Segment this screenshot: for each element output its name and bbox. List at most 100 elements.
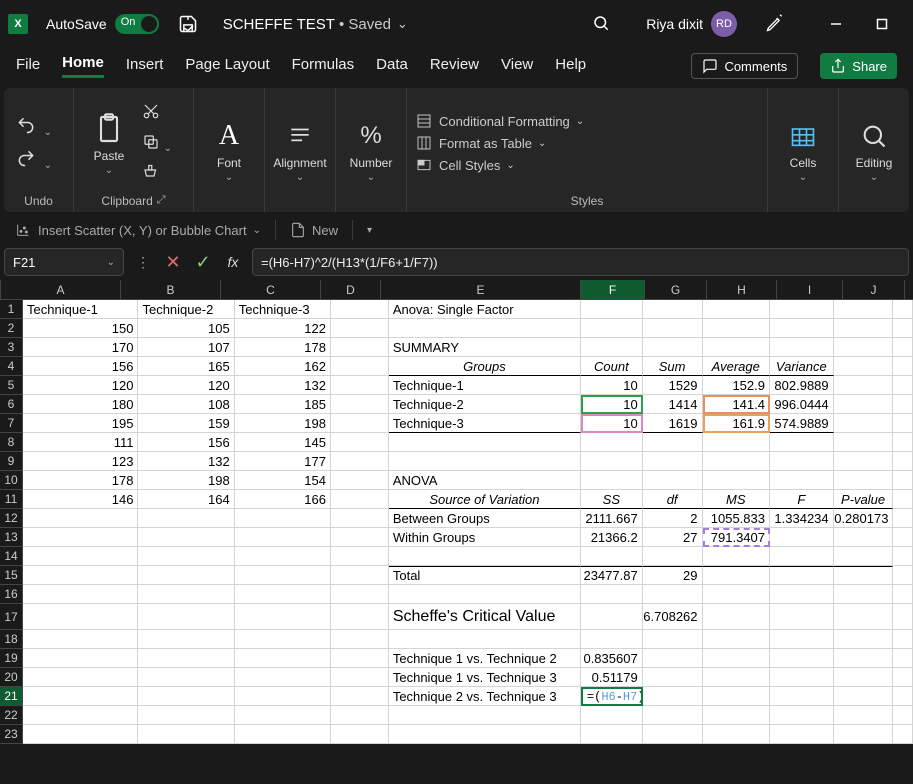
column-header-I[interactable]: I [777, 280, 843, 300]
cell-I5[interactable]: 802.9889 [770, 376, 834, 395]
cell-A5[interactable]: 120 [23, 376, 138, 395]
cell-D16[interactable] [331, 585, 389, 604]
cell-G18[interactable] [643, 630, 703, 649]
row-header-18[interactable]: 18 [0, 630, 23, 649]
cell-J18[interactable] [834, 630, 894, 649]
cell-B21[interactable] [138, 687, 234, 706]
title-chevron-icon[interactable]: ⌄ [397, 16, 408, 32]
cell-J22[interactable] [834, 706, 894, 725]
format-as-table-button[interactable]: Format as Table ⌄ [415, 135, 601, 151]
formula-bar[interactable]: =(H6-H7)^2/(H13*(1/F6+1/F7)) [252, 248, 909, 276]
cell-3[interactable] [893, 338, 913, 357]
name-box[interactable]: F21 ⌄ [4, 248, 124, 276]
cell-J20[interactable] [834, 668, 894, 687]
cell-1[interactable] [893, 300, 913, 319]
cell-C15[interactable] [235, 566, 331, 585]
cell-C9[interactable]: 177 [235, 452, 331, 471]
cell-9[interactable] [893, 452, 913, 471]
cell-A16[interactable] [23, 585, 138, 604]
cell-G5[interactable]: 1529 [643, 376, 703, 395]
cell-D11[interactable] [331, 490, 389, 509]
tab-formulas[interactable]: Formulas [292, 56, 355, 77]
cell-20[interactable] [893, 668, 913, 687]
cell-I20[interactable] [770, 668, 834, 687]
cell-I2[interactable] [770, 319, 834, 338]
cell-D10[interactable] [331, 471, 389, 490]
cell-B4[interactable]: 165 [138, 357, 234, 376]
cell-18[interactable] [893, 630, 913, 649]
cell-H23[interactable] [703, 725, 770, 744]
cell-H1[interactable] [703, 300, 770, 319]
maximize-button[interactable] [859, 8, 905, 40]
cell-F20[interactable]: 0.51179 [581, 668, 643, 687]
cell-J12[interactable]: 0.280173 [834, 509, 894, 528]
fx-icon[interactable]: fx [222, 254, 244, 270]
cell-I23[interactable] [770, 725, 834, 744]
row-header-22[interactable]: 22 [0, 706, 23, 725]
document-title[interactable]: SCHEFFE TEST [223, 16, 335, 33]
column-header-B[interactable]: B [121, 280, 221, 300]
cell-G15[interactable]: 29 [643, 566, 703, 585]
cell-A20[interactable] [23, 668, 138, 687]
row-header-12[interactable]: 12 [0, 509, 23, 528]
cell-B18[interactable] [138, 630, 234, 649]
row-header-1[interactable]: 1 [0, 300, 23, 319]
cell-F16[interactable] [581, 585, 643, 604]
cell-E21[interactable]: Technique 2 vs. Technique 3 [389, 687, 581, 706]
cell-E9[interactable] [389, 452, 581, 471]
row-header-11[interactable]: 11 [0, 490, 23, 509]
cell-J4[interactable] [834, 357, 894, 376]
cell-F2[interactable] [581, 319, 643, 338]
cell-14[interactable] [893, 547, 913, 566]
cell-2[interactable] [893, 319, 913, 338]
cell-B16[interactable] [138, 585, 234, 604]
share-button[interactable]: Share [820, 53, 897, 79]
cell-F18[interactable] [581, 630, 643, 649]
cell-F11[interactable]: SS [581, 490, 643, 509]
cell-C7[interactable]: 198 [235, 414, 331, 433]
tab-review[interactable]: Review [430, 56, 479, 77]
cell-B1[interactable]: Technique-2 [138, 300, 234, 319]
cell-J21[interactable] [834, 687, 894, 706]
cell-J3[interactable] [834, 338, 894, 357]
cell-F12[interactable]: 2111.667 [581, 509, 643, 528]
cell-B15[interactable] [138, 566, 234, 585]
column-header-A[interactable]: A [1, 280, 121, 300]
cell-G3[interactable] [643, 338, 703, 357]
cell-G20[interactable] [643, 668, 703, 687]
cell-C2[interactable]: 122 [235, 319, 331, 338]
row-header-3[interactable]: 3 [0, 338, 23, 357]
cell-E1[interactable]: Anova: Single Factor [389, 300, 581, 319]
cell-E7[interactable]: Technique-3 [389, 414, 581, 433]
user-avatar[interactable]: RD [711, 11, 737, 37]
cell-D4[interactable] [331, 357, 389, 376]
redo-button[interactable]: ⌄ [12, 148, 52, 171]
cell-D2[interactable] [331, 319, 389, 338]
cell-B8[interactable]: 156 [138, 433, 234, 452]
cell-D21[interactable] [331, 687, 389, 706]
cell-23[interactable] [893, 725, 913, 744]
cell-F8[interactable] [581, 433, 643, 452]
row-header-13[interactable]: 13 [0, 528, 23, 547]
column-header-C[interactable]: C [221, 280, 321, 300]
cell-13[interactable] [893, 528, 913, 547]
cell-H9[interactable] [703, 452, 770, 471]
cell-I18[interactable] [770, 630, 834, 649]
cell-J11[interactable]: P-value [834, 490, 894, 509]
paste-button[interactable]: Paste ⌄ [82, 111, 136, 176]
column-header-end[interactable] [905, 280, 913, 300]
cell-F22[interactable] [581, 706, 643, 725]
cancel-formula-button[interactable]: ✕ [162, 252, 184, 273]
row-header-4[interactable]: 4 [0, 357, 23, 376]
cell-A22[interactable] [23, 706, 138, 725]
cell-C10[interactable]: 154 [235, 471, 331, 490]
cell-I21[interactable] [770, 687, 834, 706]
cell-E18[interactable] [389, 630, 581, 649]
cell-B11[interactable]: 164 [138, 490, 234, 509]
cell-A21[interactable] [23, 687, 138, 706]
search-icon[interactable] [592, 14, 610, 35]
cell-E13[interactable]: Within Groups [389, 528, 581, 547]
cell-22[interactable] [893, 706, 913, 725]
cell-B19[interactable] [138, 649, 234, 668]
cell-J7[interactable] [834, 414, 894, 433]
